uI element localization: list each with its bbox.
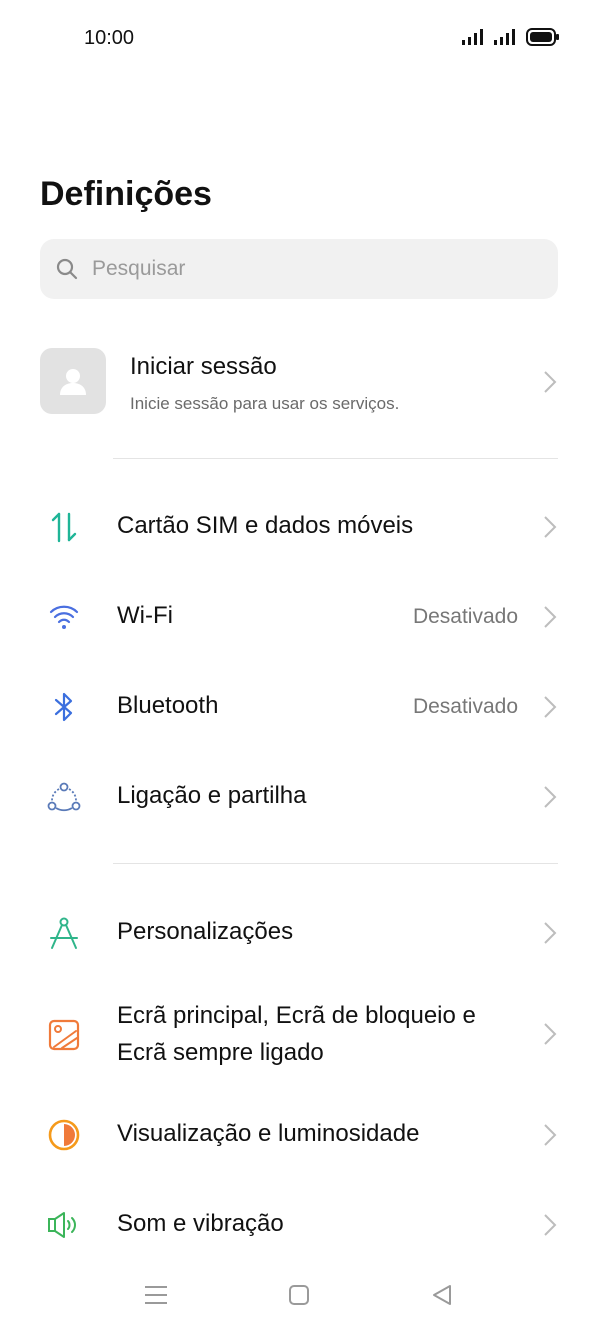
settings-item-sim[interactable]: Cartão SIM e dados móveis [0,507,598,547]
chevron-right-icon [544,1023,557,1045]
compass-icon [46,915,82,951]
sim-data-icon [46,509,82,545]
chevron-right-icon [544,786,557,808]
wifi-status: Desativado [412,605,518,628]
search-box[interactable]: Pesquisar [40,239,558,299]
signal-icon [494,29,515,45]
settings-item-label-line1: Ecrã principal, Ecrã de bloqueio e [117,1002,476,1029]
settings-item-label-line2: Ecrã sempre ligado [117,1039,324,1066]
settings-item-label: Personalizações [117,918,294,945]
home-icon [289,1285,309,1305]
chevron-right-icon [544,371,557,393]
chevron-right-icon [544,606,557,628]
settings-item-label: Bluetooth [117,692,219,719]
back-icon [433,1285,451,1305]
menu-icon [145,1286,167,1304]
settings-item-connection-sharing[interactable]: Ligação e partilha [0,777,598,817]
menu-button[interactable] [141,1280,171,1310]
settings-item-home-lock-screen[interactable]: Ecrã principal, Ecrã de bloqueio e Ecrã … [0,997,598,1073]
settings-item-sound-vibration[interactable]: Som e vibração [0,1205,598,1245]
connection-sharing-icon [46,779,82,815]
settings-item-label: Ligação e partilha [117,782,307,809]
sign-in-row[interactable]: Iniciar sessão Inicie sessão para usar o… [0,336,598,428]
wallpaper-icon [46,1017,82,1053]
avatar [40,348,106,414]
divider [113,863,558,864]
settings-item-bluetooth[interactable]: Bluetooth Desativado [0,687,598,727]
search-icon [56,258,78,280]
bluetooth-icon [46,689,82,725]
navigation-bar [0,1262,598,1330]
signal-icon [462,29,483,45]
person-icon [60,369,86,395]
chevron-right-icon [544,516,557,538]
settings-item-label: Visualização e luminosidade [117,1120,420,1147]
home-button[interactable] [284,1280,314,1310]
settings-item-personalizations[interactable]: Personalizações [0,913,598,953]
chevron-right-icon [544,1214,557,1236]
search-placeholder: Pesquisar [92,257,186,280]
settings-item-wifi[interactable]: Wi-Fi Desativado [0,597,598,637]
bluetooth-status: Desativado [412,695,518,718]
settings-item-label: Som e vibração [117,1210,284,1237]
battery-icon [526,28,559,46]
page-title: Definições [40,175,212,213]
sign-in-title: Iniciar sessão [130,353,277,380]
brightness-icon [46,1117,82,1153]
settings-item-display-brightness[interactable]: Visualização e luminosidade [0,1115,598,1155]
wifi-icon [46,599,82,635]
divider [113,458,558,459]
settings-item-label: Wi-Fi [117,602,173,629]
chevron-right-icon [544,696,557,718]
chevron-right-icon [544,1124,557,1146]
sign-in-subtitle: Inicie sessão para usar os serviços. [130,394,400,413]
status-bar: 10:00 [0,0,598,76]
settings-item-label: Cartão SIM e dados móveis [117,512,414,539]
speaker-icon [46,1207,82,1243]
status-time: 10:00 [84,27,135,49]
status-icons [462,28,560,46]
back-button[interactable] [427,1280,457,1310]
chevron-right-icon [544,922,557,944]
